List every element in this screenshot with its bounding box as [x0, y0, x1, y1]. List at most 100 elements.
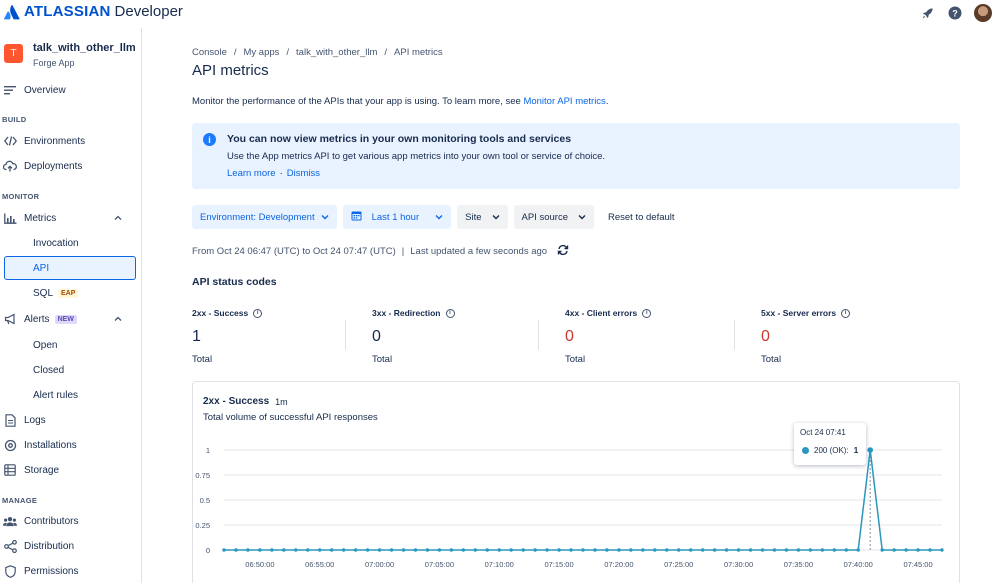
time-range-dropdown[interactable]: Last 1 hour — [342, 205, 452, 229]
data-point — [724, 548, 729, 552]
sidebar-item-label: Permissions — [24, 565, 79, 577]
data-point — [413, 548, 418, 552]
chevron-up-icon[interactable] — [114, 314, 122, 325]
sidebar-item-storage[interactable]: Storage — [0, 459, 140, 481]
data-point — [928, 548, 932, 552]
atlassian-logo-icon — [4, 4, 20, 20]
y-tick-label: 0 — [206, 546, 210, 555]
breadcrumb-separator: / — [286, 47, 290, 58]
info-icon[interactable]: i — [841, 308, 851, 318]
sidebar-item-label: Overview — [24, 84, 66, 96]
data-point — [270, 548, 274, 552]
data-point — [641, 548, 645, 552]
sidebar-item-label: Metrics — [24, 212, 57, 224]
people-icon — [3, 514, 17, 528]
x-tick-label: 07:40:00 — [844, 560, 873, 569]
sidebar-item-deployments[interactable]: Deployments — [0, 155, 140, 177]
y-tick-label: 1 — [206, 446, 210, 455]
page-title: API metrics — [192, 62, 269, 79]
data-point — [593, 548, 597, 552]
sidebar-item-installations[interactable]: Installations — [0, 434, 140, 456]
sidebar-item-permissions[interactable]: Permissions — [0, 560, 140, 582]
data-point — [677, 548, 681, 552]
data-point — [796, 548, 801, 552]
data-point — [605, 548, 609, 552]
breadcrumb-console[interactable]: Console — [192, 47, 227, 58]
database-icon — [3, 463, 17, 477]
section-label-build: BUILD — [2, 115, 27, 124]
avatar[interactable] — [974, 4, 992, 22]
sidebar-item-contributors[interactable]: Contributors — [0, 510, 140, 532]
sidebar-item-closed[interactable]: Closed — [0, 359, 140, 381]
range-separator: | — [401, 246, 405, 257]
stat-total-label: Total — [372, 354, 393, 365]
monitor-api-metrics-link[interactable]: Monitor API metrics — [523, 96, 605, 107]
data-point — [401, 548, 406, 552]
data-point — [557, 548, 561, 552]
data-point — [497, 548, 501, 552]
svg-text:?: ? — [952, 8, 958, 18]
sidebar-item-sql[interactable]: SQL EAP — [0, 282, 140, 304]
sidebar: T talk_with_other_llm Forge App Overview… — [0, 28, 142, 583]
sidebar-item-invocation[interactable]: Invocation — [0, 232, 140, 254]
success-chart-card: 2xx - Success 1m Total volume of success… — [192, 381, 960, 583]
data-point — [844, 548, 848, 552]
rocket-icon[interactable] — [918, 4, 936, 22]
environment-dropdown[interactable]: Environment: Development — [192, 205, 337, 229]
refresh-icon[interactable] — [557, 244, 569, 259]
sidebar-item-overview[interactable]: Overview — [0, 79, 140, 101]
breadcrumb-app[interactable]: talk_with_other_llm — [296, 47, 377, 58]
stat-value: 0 — [565, 328, 574, 345]
section-label-monitor: MONITOR — [2, 192, 40, 201]
data-point — [330, 548, 334, 552]
menu-lines-icon — [3, 83, 17, 97]
info-icon[interactable]: i — [642, 308, 652, 318]
data-point — [772, 548, 777, 552]
data-point — [581, 548, 585, 552]
sidebar-item-distribution[interactable]: Distribution — [0, 535, 140, 557]
sidebar-item-alert-rules[interactable]: Alert rules — [0, 384, 140, 406]
help-icon[interactable]: ? — [946, 4, 964, 22]
dismiss-link[interactable]: Dismiss — [287, 168, 320, 179]
data-point — [904, 548, 908, 552]
api-source-dropdown[interactable]: API source — [513, 205, 594, 229]
info-icon[interactable]: i — [445, 308, 455, 318]
data-point — [748, 548, 753, 552]
sidebar-item-label: Alerts — [24, 313, 50, 325]
learn-more-link[interactable]: Learn more — [227, 168, 276, 179]
stat-divider — [345, 320, 346, 350]
shield-icon — [3, 564, 17, 578]
success-line-chart[interactable]: 0 0.25 0.5 0.75 1 06:50:00 06:55:00 07:00:00 07:… — [193, 382, 959, 583]
chevron-up-icon[interactable] — [114, 213, 122, 224]
intro-end: . — [605, 96, 609, 107]
data-point — [665, 548, 669, 552]
stat-5xx: 5xx - Server errors i 0 Total — [761, 308, 941, 365]
x-tick-label: 07:15:00 — [544, 560, 573, 569]
sidebar-item-label: Alert rules — [33, 389, 79, 401]
intro-body: Monitor the performance of the APIs that… — [192, 96, 524, 107]
stat-total-label: Total — [192, 354, 213, 365]
data-point — [617, 548, 621, 552]
data-point — [700, 548, 705, 552]
data-point — [760, 548, 765, 552]
data-point — [353, 548, 358, 552]
data-point — [653, 548, 657, 552]
sidebar-item-logs[interactable]: Logs — [0, 409, 140, 431]
sidebar-item-api[interactable]: API — [4, 256, 136, 280]
data-point — [521, 548, 525, 552]
site-dropdown[interactable]: Site — [457, 205, 508, 229]
sidebar-item-alerts[interactable]: Alerts NEW — [0, 308, 140, 330]
data-point — [533, 548, 537, 552]
atlassian-developer-logo[interactable]: ATLASSIAN Developer — [4, 3, 183, 20]
sidebar-item-environments[interactable]: Environments — [0, 130, 140, 152]
data-point — [867, 447, 873, 453]
info-icon[interactable]: i — [253, 308, 263, 318]
reset-to-default-button[interactable]: Reset to default — [600, 205, 683, 229]
chart-tooltip: Oct 24 07:41 200 (OK): 1 — [794, 423, 866, 465]
x-tick-label: 06:50:00 — [245, 560, 274, 569]
sidebar-item-open[interactable]: Open — [0, 334, 140, 356]
breadcrumb-my-apps[interactable]: My apps — [244, 47, 280, 58]
sidebar-item-metrics[interactable]: Metrics — [0, 207, 140, 229]
intro-text: Monitor the performance of the APIs that… — [192, 96, 608, 107]
sidebar-item-label: Logs — [24, 414, 46, 426]
